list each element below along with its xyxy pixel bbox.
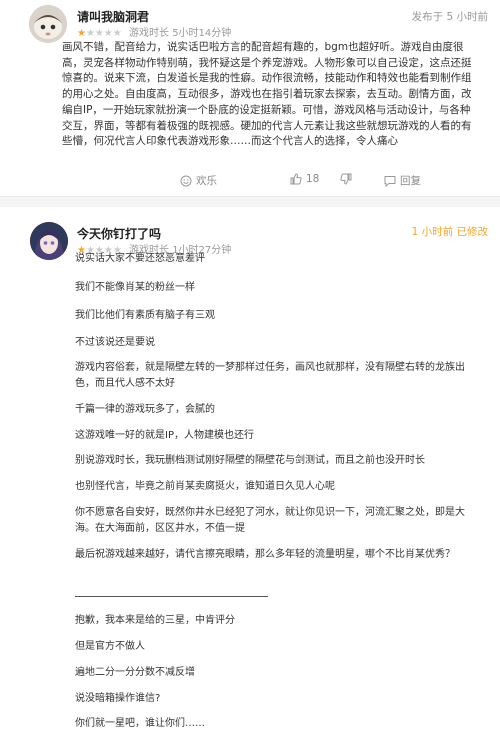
review-line: 遍地二分一分分数不减反增 xyxy=(75,667,195,678)
review-line: 不过该说还是要说 xyxy=(75,337,155,348)
user-avatar[interactable] xyxy=(30,222,68,260)
review-card-1: 请叫我脑洞君 ★★★★★ 游戏时长 5小时14分钟 发布于 5 小时前 画风不错… xyxy=(0,0,500,197)
review-line: 游戏内容俗套，就是隔壁左转的一梦那样过任务，画风也就那样，没有隔壁右转的龙族出色… xyxy=(75,362,465,389)
review-line: 千篇一律的游戏玩多了，会腻的 xyxy=(75,404,215,415)
review-line: 最后祝游戏越来越好，请代言擦亮眼睛，那么多年轻的流量明星，哪个不比肖某优秀？ xyxy=(75,549,455,560)
username[interactable]: 今天你钉打了吗 xyxy=(77,225,161,242)
review-line: 你们就一星吧，谁让你们…… xyxy=(75,718,205,729)
username[interactable]: 请叫我脑洞君 xyxy=(77,8,149,25)
post-time: 发布于 5 小时前 xyxy=(411,11,488,23)
review-line: 我们不能像肖某的粉丝一样 xyxy=(75,282,195,293)
review-line: 但是官方不做人 xyxy=(75,641,145,652)
review-line: 说实话大家不要还怒恶意差评 xyxy=(75,253,205,264)
review-actions: 欢乐 18 回复 xyxy=(62,173,482,189)
happy-button[interactable]: 欢乐 xyxy=(180,173,217,188)
like-button[interactable]: 18 xyxy=(290,173,319,185)
review-line: 也别怪代言，毕竟之前肖某卖腐挺火，谁知道日久见人心呢 xyxy=(75,481,335,492)
review-body: 画风不错，配音给力，说实话巴啦方言的配音超有趣的，bgm也超好听。游戏自由度很高… xyxy=(62,41,472,148)
smile-icon xyxy=(180,175,192,186)
review-line: 我们比他们有素质有脑子有三观 xyxy=(75,310,215,321)
review-line: 抱歉，我本来是给的三星，中肯评分 xyxy=(75,615,235,626)
rating-stars: ★★★★★ 游戏时长 5小时14分钟 xyxy=(77,28,232,39)
like-count: 18 xyxy=(306,173,320,185)
review-line: 这游戏唯一好的就是IP，人物建模也还行 xyxy=(75,430,254,441)
happy-label: 欢乐 xyxy=(196,175,217,187)
reply-label: 回复 xyxy=(400,175,421,187)
review-line: 别说游戏时长，我玩删档测试刚好隔壁的隔壁花与剑测试，而且之前也没开时长 xyxy=(75,455,425,466)
playtime: 游戏时长 5小时14分钟 xyxy=(129,28,232,39)
reply-button[interactable]: 回复 xyxy=(384,173,421,188)
thumbs-up-icon xyxy=(290,173,302,185)
thumbs-down-icon xyxy=(340,173,352,185)
review-line: 说没暗箱操作谁信? xyxy=(75,693,161,704)
text-divider xyxy=(75,596,268,597)
review-line: 你不愿意各自安好，既然你井水已经犯了河水，就让你见识一下，河流汇聚之处，即是大海… xyxy=(75,507,465,534)
comment-icon xyxy=(384,175,396,187)
user-avatar[interactable] xyxy=(29,5,67,43)
section-gap xyxy=(0,197,500,207)
dislike-button[interactable] xyxy=(340,173,352,185)
post-time-edited: 1 小时前 已修改 xyxy=(411,226,488,238)
